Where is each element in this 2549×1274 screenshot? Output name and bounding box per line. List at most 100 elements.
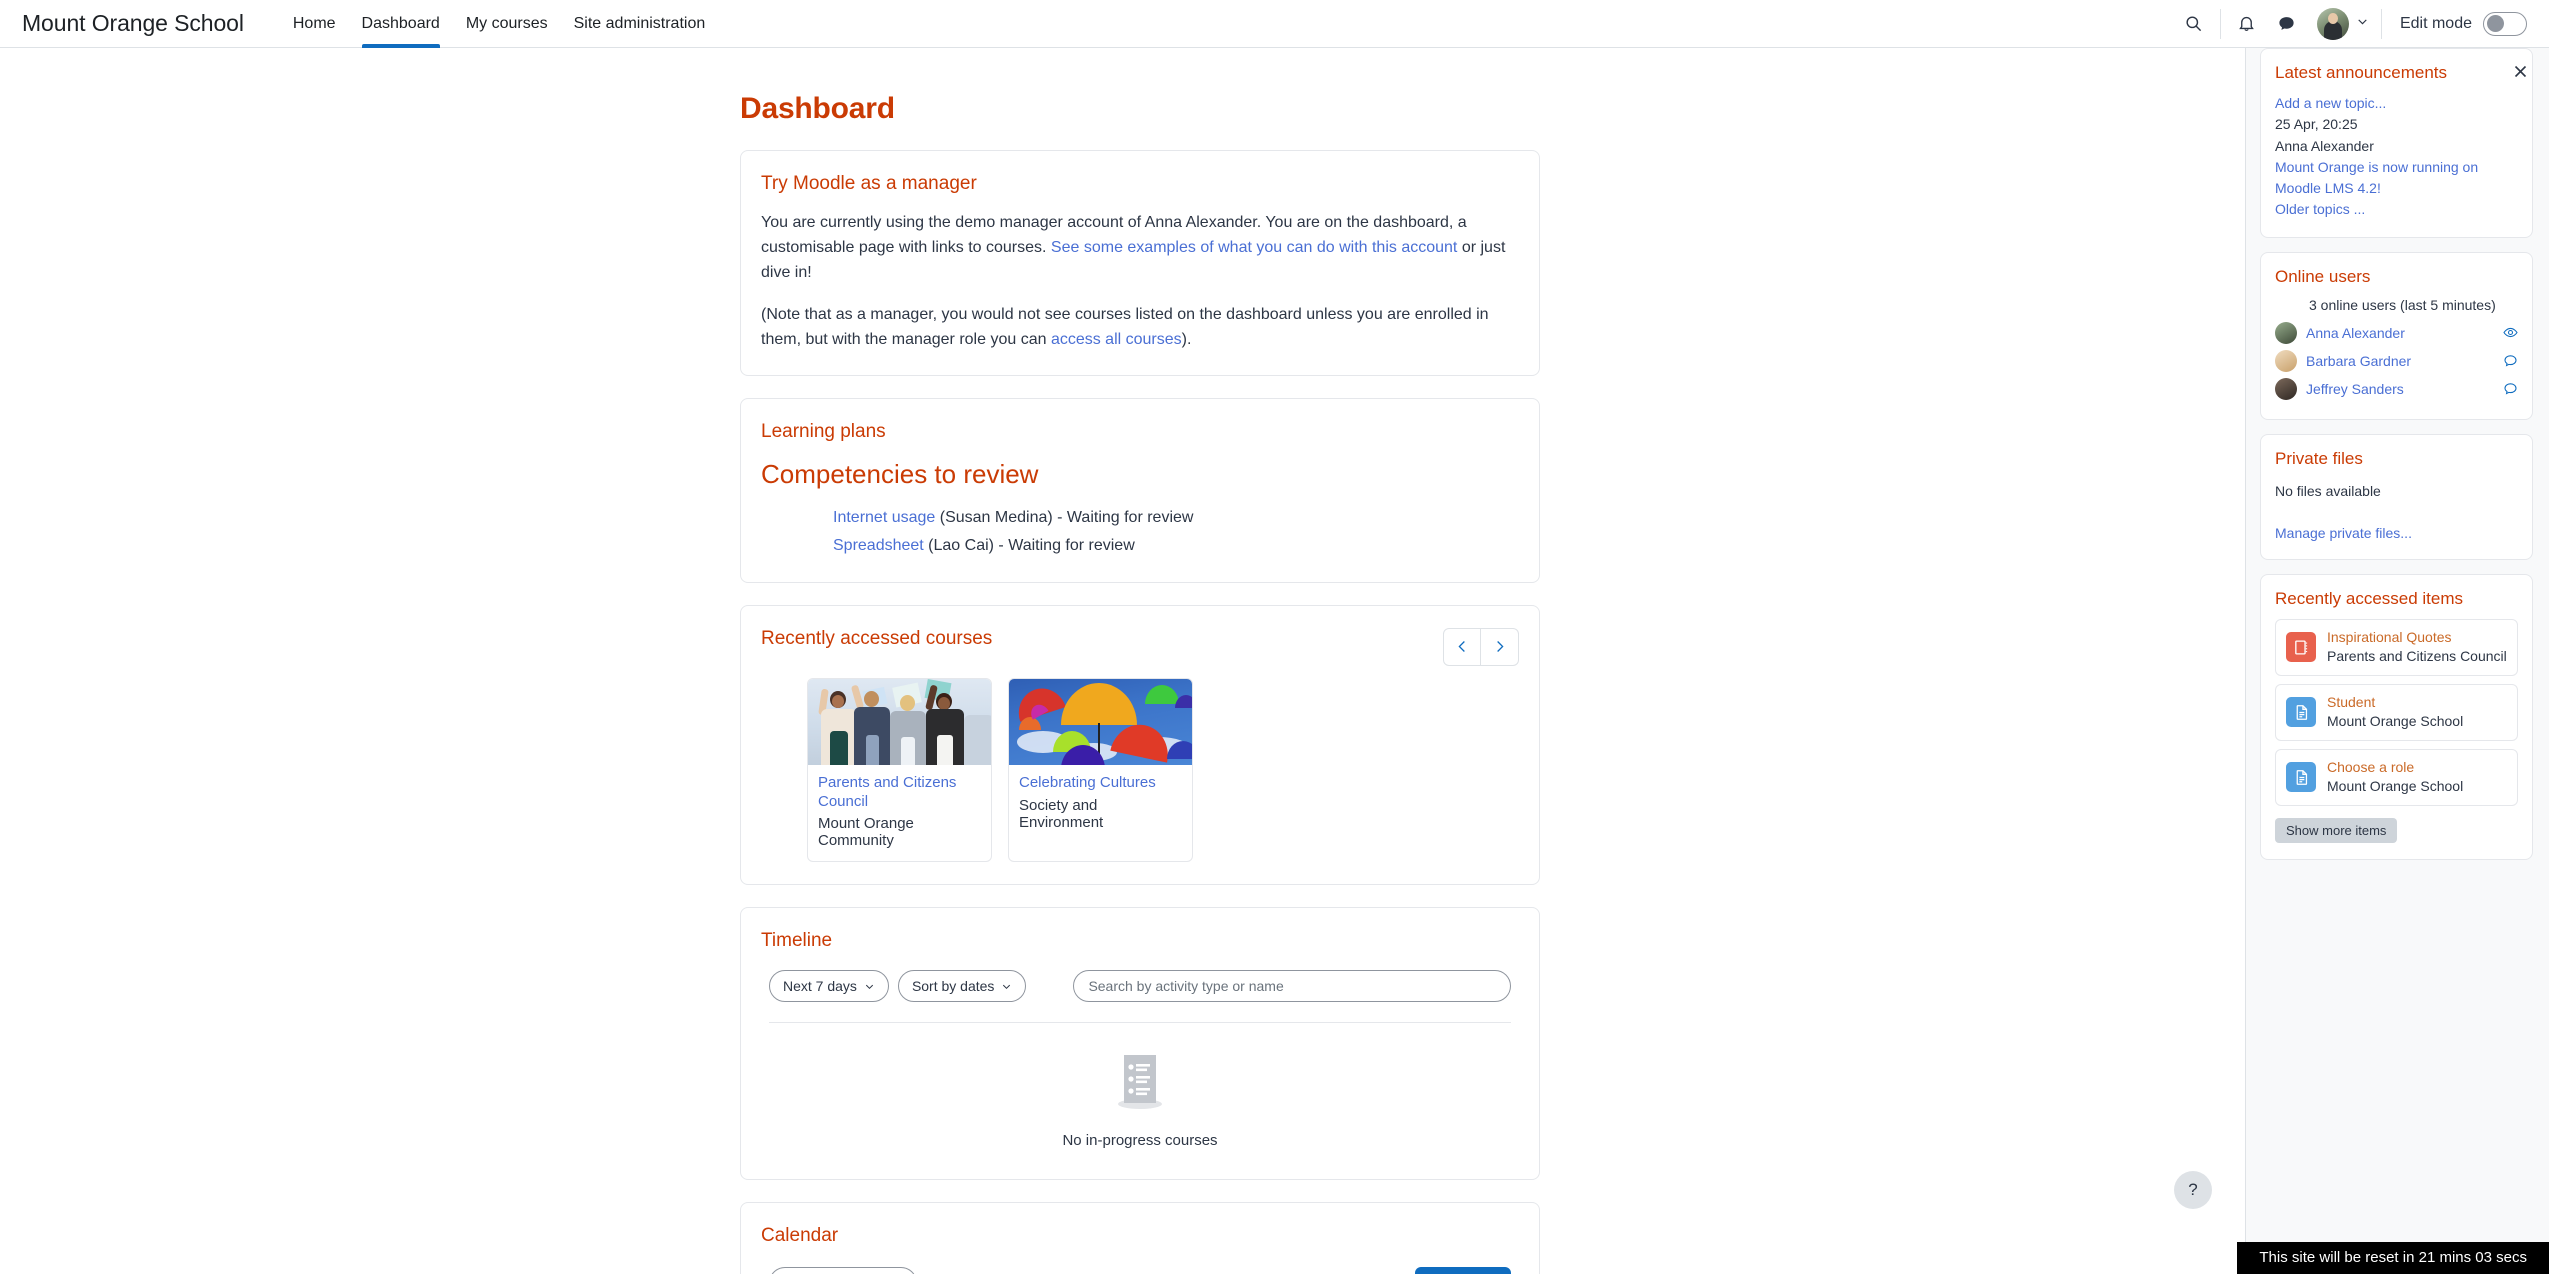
chevron-left-icon[interactable] <box>1443 627 1481 666</box>
nav-item-dashboard[interactable]: Dashboard <box>349 0 453 48</box>
course-name-link[interactable]: Parents and Citizens Council <box>818 774 981 812</box>
timeline-card: Timeline Next 7 days Sort by dates Searc… <box>740 907 1540 1181</box>
chevron-down-icon <box>865 984 874 990</box>
timeline-sort-filter[interactable]: Sort by dates <box>897 970 1027 1003</box>
online-user-row: Jeffrey Sanders <box>2275 375 2518 403</box>
announcement-author: Anna Alexander <box>2275 137 2374 154</box>
calendar-course-filter[interactable]: All courses <box>769 1267 917 1274</box>
navbar-actions: Edit mode <box>2174 0 2527 48</box>
rac-title: Recently accessed courses <box>761 627 993 649</box>
announcement-date: 25 Apr, 20:25 <box>2275 116 2358 133</box>
recent-item-text: Student Mount Orange School <box>2327 694 2463 731</box>
page-body: Dashboard Try Moodle as a manager You ar… <box>0 48 2549 1274</box>
online-users-block: Online users 3 online users (last 5 minu… <box>2260 251 2533 420</box>
page-icon <box>2286 697 2316 728</box>
timeline-title: Timeline <box>761 930 833 952</box>
recent-item-name: Inspirational Quotes <box>2327 628 2452 645</box>
calendar-controls: All courses New event <box>761 1263 1519 1274</box>
avatar <box>2275 349 2297 372</box>
timeline-date-filter-label: Next 7 days <box>783 978 857 995</box>
competency-link-internet-usage[interactable]: Internet usage <box>833 509 935 526</box>
main-content-region: Dashboard Try Moodle as a manager You ar… <box>0 48 2245 1274</box>
recent-item-context: Mount Orange School <box>2327 712 2464 729</box>
nav-item-home[interactable]: Home <box>280 0 349 48</box>
new-event-button[interactable]: New event <box>1414 1267 1511 1274</box>
course-card-body: Parents and Citizens Council Mount Orang… <box>808 765 991 862</box>
close-icon[interactable] <box>2505 56 2535 86</box>
chevron-right-icon[interactable] <box>1481 627 1519 666</box>
older-topics-link[interactable]: Older topics ... <box>2275 201 2365 217</box>
competency-row: Spreadsheet (Lao Cai) - Waiting for revi… <box>833 532 1519 560</box>
latest-announcements-block: Latest announcements Add a new topic... … <box>2260 48 2533 238</box>
competency-status: (Susan Medina) - Waiting for review <box>935 508 1194 526</box>
timeline-empty-state: No in-progress courses <box>761 1023 1519 1157</box>
rac-header: Recently accessed courses <box>761 627 1519 666</box>
edit-mode-toggle[interactable] <box>2483 11 2527 36</box>
top-navbar: Mount Orange School Home Dashboard My co… <box>0 0 2549 48</box>
try-moodle-paragraph-1: You are currently using the demo manager… <box>761 211 1519 285</box>
bell-icon[interactable] <box>2227 4 2267 44</box>
try-moodle-paragraph-2: (Note that as a manager, you would not s… <box>761 303 1519 353</box>
private-files-title: Private files <box>2275 448 2363 468</box>
dashboard-content: Dashboard Try Moodle as a manager You ar… <box>740 48 1540 1274</box>
access-all-courses-link[interactable]: access all courses <box>1051 331 1182 348</box>
calendar-title: Calendar <box>761 1225 839 1247</box>
avatar <box>2316 7 2349 40</box>
try-moodle-title: Try Moodle as a manager <box>761 173 977 194</box>
show-more-items-button[interactable]: Show more items <box>2275 817 2398 843</box>
recent-items-title: Recently accessed items <box>2275 588 2464 608</box>
recent-item[interactable]: Inspirational Quotes Parents and Citizen… <box>2275 618 2518 676</box>
timeline-empty-text: No in-progress courses <box>1062 1132 1218 1150</box>
message-icon[interactable] <box>2503 381 2518 396</box>
chevron-down-icon <box>1003 984 1011 990</box>
recently-accessed-courses-card: Recently accessed courses Parents and Ci… <box>740 604 1540 886</box>
manage-private-files-link[interactable]: Manage private files... <box>2275 525 2412 541</box>
user-menu[interactable] <box>2307 7 2375 40</box>
competency-list: Internet usage (Susan Medina) - Waiting … <box>761 504 1519 560</box>
timeline-date-filter[interactable]: Next 7 days <box>769 970 889 1003</box>
eye-icon[interactable] <box>2503 325 2518 340</box>
nav-divider <box>2219 8 2221 39</box>
search-icon[interactable] <box>2174 4 2214 44</box>
announcement-post-link[interactable]: Mount Orange is now running on Moodle LM… <box>2275 159 2478 196</box>
tm-p2b: ). <box>1181 331 1192 349</box>
site-brand[interactable]: Mount Orange School <box>22 10 244 37</box>
recent-item[interactable]: Student Mount Orange School <box>2275 683 2518 741</box>
course-name-link[interactable]: Celebrating Cultures <box>1019 774 1182 793</box>
avatar <box>2275 321 2297 344</box>
recent-item-text: Choose a role Mount Orange School <box>2327 759 2463 796</box>
carousel-controls <box>1443 627 1519 666</box>
private-files-block: Private files No files available Manage … <box>2260 433 2533 560</box>
recently-accessed-items-block: Recently accessed items Inspirational Qu… <box>2260 573 2533 860</box>
online-user-link[interactable]: Jeffrey Sanders <box>2306 381 2404 397</box>
online-user-link[interactable]: Anna Alexander <box>2306 325 2405 341</box>
edit-mode-control[interactable]: Edit mode <box>2399 11 2527 36</box>
competency-row: Internet usage (Susan Medina) - Waiting … <box>833 504 1519 532</box>
add-new-topic-link[interactable]: Add a new topic... <box>2275 95 2386 111</box>
reset-notice: This site will be reset in 21 mins 03 se… <box>2237 1242 2549 1274</box>
help-button[interactable]: ? <box>2174 1171 2212 1209</box>
timeline-search-input[interactable]: Search by activity type or name <box>1073 970 1511 1003</box>
recent-item-name: Choose a role <box>2327 758 2415 775</box>
recent-item-text: Inspirational Quotes Parents and Citizen… <box>2327 629 2507 666</box>
online-user-link[interactable]: Barbara Gardner <box>2306 353 2411 369</box>
online-users-title: Online users <box>2275 266 2371 286</box>
course-card[interactable]: Celebrating Cultures Society and Environ… <box>1008 677 1193 863</box>
announcement-post-row: Mount Orange is now running on Moodle LM… <box>2275 157 2518 200</box>
examples-link[interactable]: See some examples of what you can do wit… <box>1051 239 1457 256</box>
avatar <box>2275 377 2297 400</box>
competency-link-spreadsheet[interactable]: Spreadsheet <box>833 537 924 554</box>
online-user-row: Anna Alexander <box>2275 319 2518 347</box>
competency-status: (Lao Cai) - Waiting for review <box>923 536 1135 554</box>
nav-item-site-administration[interactable]: Site administration <box>561 0 719 48</box>
recent-item[interactable]: Choose a role Mount Orange School <box>2275 748 2518 806</box>
message-icon[interactable] <box>2503 353 2518 368</box>
page-title: Dashboard <box>740 92 895 125</box>
course-category: Mount Orange Community <box>818 815 914 850</box>
nav-item-my-courses[interactable]: My courses <box>453 0 561 48</box>
recent-item-name: Student <box>2327 693 2376 710</box>
edit-mode-label: Edit mode <box>2399 14 2472 32</box>
message-icon[interactable] <box>2267 4 2307 44</box>
course-card[interactable]: Parents and Citizens Council Mount Orang… <box>807 677 992 863</box>
online-user-row: Barbara Gardner <box>2275 347 2518 375</box>
